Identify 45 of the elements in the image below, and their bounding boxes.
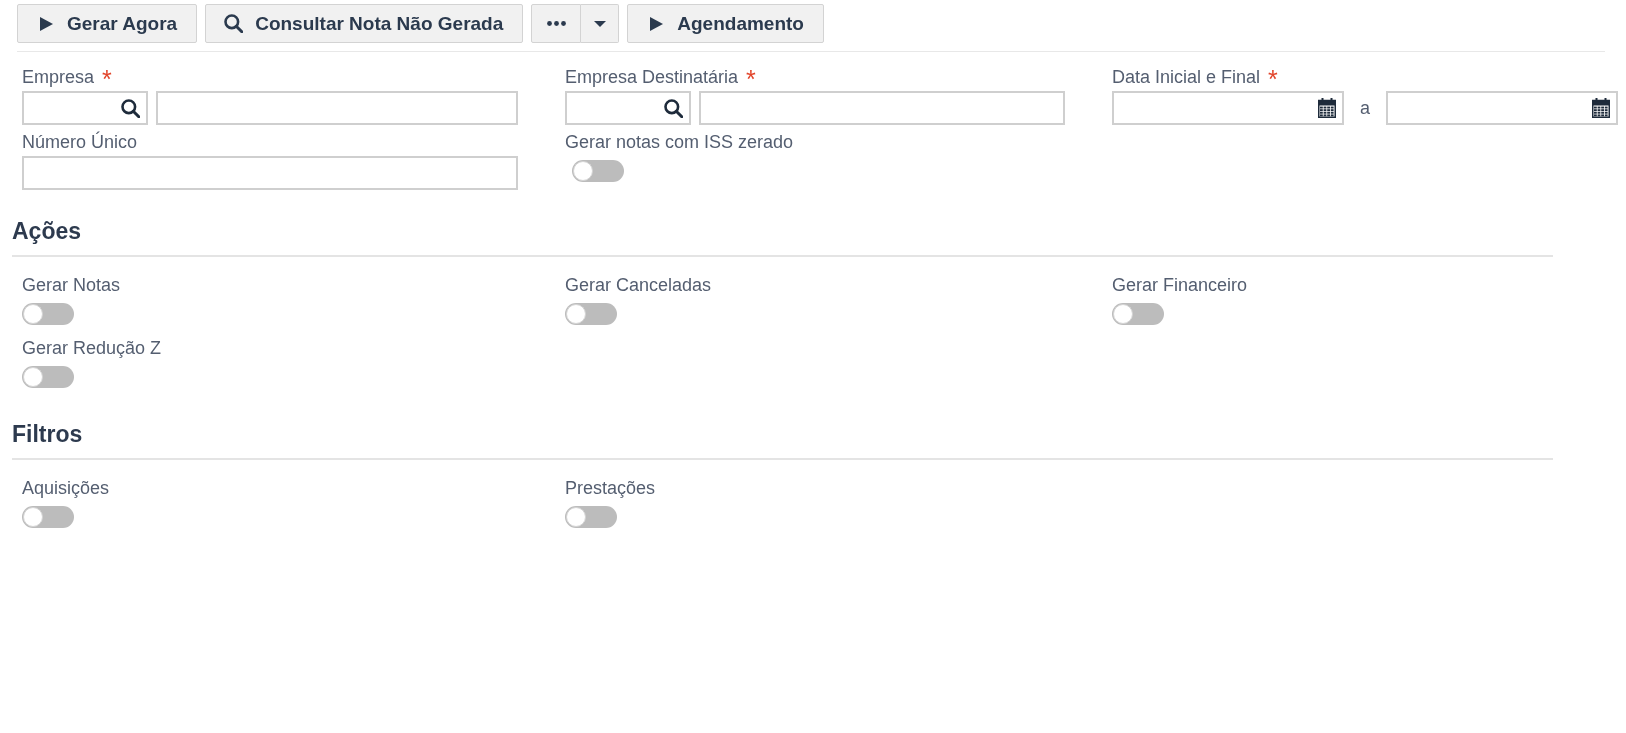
start-date-field[interactable] (1112, 91, 1344, 125)
search-icon (664, 98, 683, 118)
field-label: Empresa Destinatária (565, 67, 739, 88)
search-button[interactable]: Consultar Nota Não Gerada (205, 4, 524, 43)
range-separator: a (1359, 97, 1371, 119)
field-label: Gerar notas com ISS zerado (565, 132, 794, 153)
play-icon (40, 16, 53, 31)
search-icon (224, 14, 244, 33)
play-icon (650, 16, 664, 31)
description-input-field[interactable] (699, 91, 1065, 125)
search-icon (121, 98, 140, 118)
section-heading: Filtros (12, 421, 83, 448)
field-label: Gerar Notas (22, 275, 121, 296)
field-label: Aquisições (22, 478, 110, 499)
toggle-switch[interactable] (1112, 303, 1164, 325)
toggle-switch[interactable] (565, 506, 617, 528)
code-input-field[interactable] (565, 91, 691, 125)
field-label: Número Único (22, 132, 138, 153)
code-input-field[interactable] (22, 91, 148, 125)
more-icon (546, 21, 566, 26)
calendar-icon (1592, 98, 1610, 118)
text-input-field[interactable] (22, 156, 518, 190)
field-label: Gerar Redução Z (22, 338, 162, 359)
toggle-switch[interactable] (22, 303, 74, 325)
required-asterisk: * (102, 67, 112, 88)
run-button[interactable]: Agendamento (627, 4, 824, 43)
calendar-icon (1318, 98, 1336, 118)
field-label: Prestações (565, 478, 656, 499)
run-button[interactable]: Gerar Agora (17, 4, 198, 43)
required-asterisk: * (746, 67, 756, 88)
caret-icon (593, 20, 606, 27)
dropdown-button[interactable] (581, 4, 620, 43)
toggle-switch[interactable] (22, 366, 74, 388)
toggle-switch[interactable] (22, 506, 74, 528)
field-label: Data Inicial e Final (1112, 67, 1261, 88)
toggle-switch[interactable] (565, 303, 617, 325)
section-heading: Ações (12, 218, 82, 245)
field-label: Gerar Financeiro (1112, 275, 1248, 296)
toggle-switch[interactable] (572, 160, 624, 182)
description-input-field[interactable] (156, 91, 518, 125)
more-button[interactable] (531, 4, 582, 43)
field-label: Gerar Canceladas (565, 275, 712, 296)
end-date-field[interactable] (1386, 91, 1618, 125)
required-asterisk: * (1268, 67, 1278, 88)
field-label: Empresa (22, 67, 95, 88)
